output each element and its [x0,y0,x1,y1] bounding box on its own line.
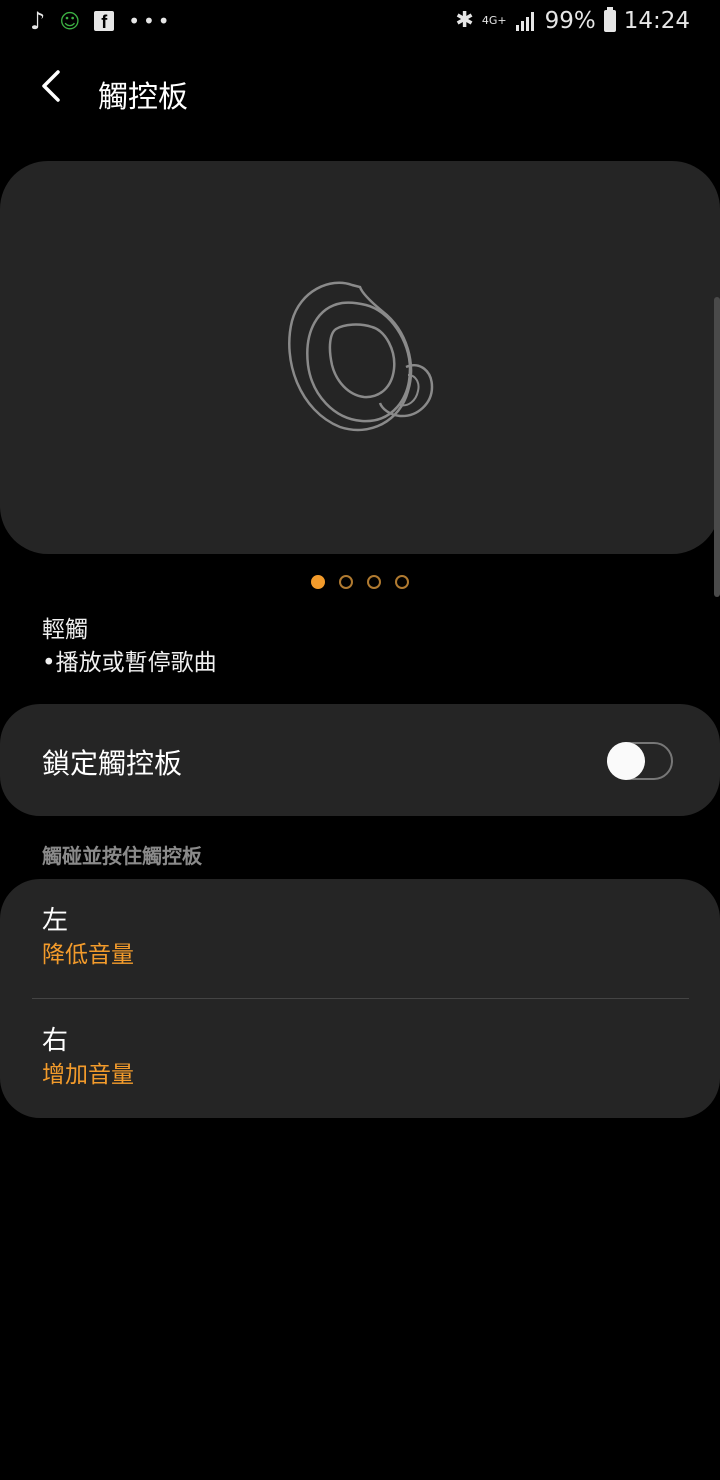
left-side-label: 左 [42,906,69,936]
page-title: 觸控板 [98,80,188,115]
gesture-action: •播放或暫停歌曲 [42,650,217,676]
app-bar: 觸控板 [0,62,720,122]
right-earbud-item[interactable]: 右 增加音量 [42,1023,134,1091]
gesture-description: 輕觸 •播放或暫停歌曲 [42,614,217,680]
page-dot-2[interactable] [339,575,353,589]
lock-touchpad-row[interactable]: 鎖定觸控板 [0,704,720,816]
lock-touchpad-label: 鎖定觸控板 [42,747,183,780]
gesture-name: 輕觸 [42,617,88,643]
battery-percent: 99% [544,8,596,34]
clock: 14:24 [623,8,690,34]
section-header-touch-and-hold: 觸碰並按住觸控板 [42,844,202,868]
battery-icon [603,7,616,32]
page-dot-3[interactable] [367,575,381,589]
facebook-icon: f [94,11,115,32]
page-dot-1[interactable] [311,575,325,589]
status-bar: ♪ ☺ f ••• ✱ 4G+ 99% 14:24 [0,0,720,44]
scrollbar[interactable] [714,297,720,597]
lock-touchpad-toggle[interactable] [607,742,673,780]
more-dots-icon: ••• [128,9,173,33]
earbud-icon [288,281,434,432]
bluetooth-icon: ✱ [455,8,474,33]
touch-and-hold-card: 左 降低音量 右 增加音量 [0,879,720,1118]
divider [32,998,689,999]
signal-icon [515,12,534,31]
gesture-illustration-card[interactable] [0,161,720,554]
left-action-value: 降低音量 [42,942,134,968]
network-type: 4G+ [481,14,507,27]
android-icon: ☺ [59,9,81,33]
toggle-knob [607,742,645,780]
back-arrow-icon [42,70,60,102]
right-side-label: 右 [42,1026,69,1056]
page-dot-4[interactable] [395,575,409,589]
left-earbud-item[interactable]: 左 降低音量 [42,903,134,971]
right-action-value: 增加音量 [42,1062,134,1088]
page-indicator[interactable] [0,575,720,589]
music-note-icon: ♪ [30,7,46,35]
back-button[interactable] [30,68,74,112]
